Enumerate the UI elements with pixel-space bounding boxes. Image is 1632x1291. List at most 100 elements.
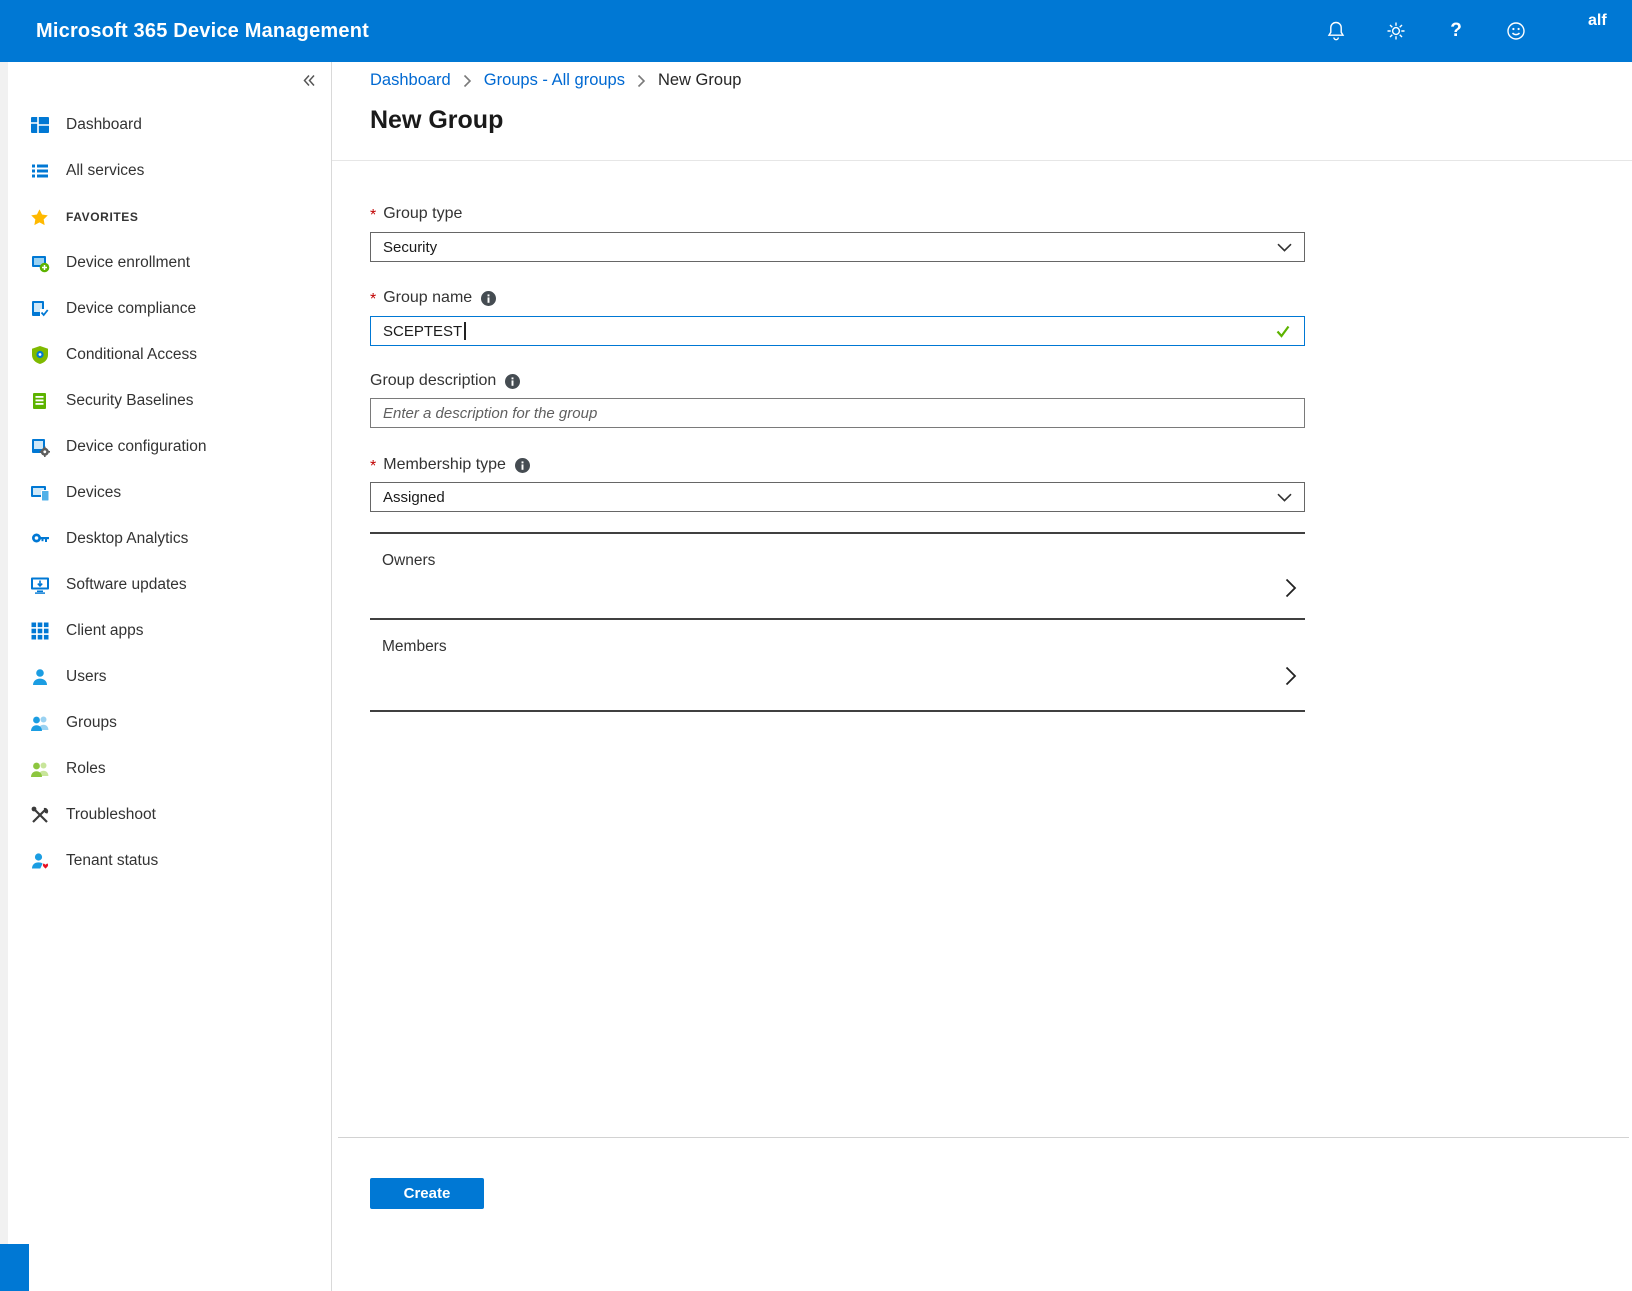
roles-icon [30, 759, 50, 779]
bell-icon[interactable] [1324, 19, 1348, 43]
sidebar-item-conditional-access[interactable]: Conditional Access [0, 332, 331, 378]
info-icon[interactable] [515, 458, 530, 473]
sidebar-item-client-apps[interactable]: Client apps [0, 608, 331, 654]
sidebar-item-label: Dashboard [66, 116, 142, 134]
sidebar-item-groups[interactable]: Groups [0, 700, 331, 746]
members-bottom-divider [370, 710, 1305, 712]
chevron-right-icon [637, 74, 646, 88]
desktop-analytics-icon [30, 529, 50, 549]
breadcrumb: Dashboard Groups - All groups New Group [370, 71, 741, 90]
sidebar-item-troubleshoot[interactable]: Troubleshoot [0, 792, 331, 838]
sidebar-item-label: Client apps [66, 622, 144, 640]
security-baselines-icon [30, 391, 50, 411]
members-label: Members [382, 638, 447, 656]
top-bar-icons: ? [1324, 0, 1528, 62]
create-button[interactable]: Create [370, 1178, 484, 1209]
group-name-value: SCEPTEST [383, 323, 462, 340]
client-apps-icon [30, 621, 50, 641]
group-type-value: Security [383, 239, 437, 256]
user-name[interactable]: alf [1588, 12, 1632, 30]
chevron-right-icon [1285, 577, 1297, 599]
breadcrumb-dashboard[interactable]: Dashboard [370, 71, 451, 90]
sidebar-item-label: Users [66, 668, 106, 686]
chevron-down-icon [1277, 489, 1292, 506]
membership-type-label: * Membership type [370, 456, 530, 474]
sidebar-item-label: All services [66, 162, 144, 180]
sidebar-item-label: Device compliance [66, 300, 196, 318]
sidebar-item-label: Tenant status [66, 852, 158, 870]
sidebar-item-users[interactable]: Users [0, 654, 331, 700]
star-icon [30, 207, 50, 227]
device-enrollment-icon [30, 253, 50, 273]
sidebar-item-software-updates[interactable]: Software updates [0, 562, 331, 608]
membership-type-select[interactable]: Assigned [370, 482, 1305, 512]
gear-icon[interactable] [1384, 19, 1408, 43]
sidebar-item-label: Device configuration [66, 438, 206, 456]
devices-icon [30, 483, 50, 503]
sidebar-item-device-configuration[interactable]: Device configuration [0, 424, 331, 470]
sidebar-item-dashboard[interactable]: Dashboard [0, 102, 331, 148]
members-row[interactable]: Members [370, 620, 1305, 708]
chevron-right-icon [463, 74, 472, 88]
group-description-input[interactable] [370, 398, 1305, 428]
sidebar-item-device-enrollment[interactable]: Device enrollment [0, 240, 331, 286]
device-configuration-icon [30, 437, 50, 457]
sidebar-item-roles[interactable]: Roles [0, 746, 331, 792]
valid-check-icon [1274, 322, 1292, 340]
sidebar-item-label: Device enrollment [66, 254, 190, 272]
breadcrumb-groups-all-groups[interactable]: Groups - All groups [484, 71, 625, 90]
favorites-label: FAVORITES [66, 210, 139, 224]
sidebar-favorites-header: FAVORITES [0, 194, 331, 240]
group-type-select[interactable]: Security [370, 232, 1305, 262]
software-updates-icon [30, 575, 50, 595]
footer-separator [338, 1137, 1629, 1138]
sidebar-item-label: Groups [66, 714, 117, 732]
sidebar-item-label: Conditional Access [66, 346, 197, 364]
dashboard-icon [30, 115, 50, 135]
sidebar-item-tenant-status[interactable]: Tenant status [0, 838, 331, 884]
sidebar-item-label: Roles [66, 760, 106, 778]
chevron-right-icon [1285, 665, 1297, 687]
sidebar-bottom-accent [0, 1244, 29, 1291]
all-services-icon [30, 161, 50, 181]
double-chevron-left-icon[interactable] [300, 72, 317, 94]
top-bar: Microsoft 365 Device Management ? alf [0, 0, 1632, 62]
app-title: Microsoft 365 Device Management [36, 20, 369, 43]
group-description-label: Group description [370, 372, 520, 390]
info-icon[interactable] [481, 291, 496, 306]
groups-icon [30, 713, 50, 733]
group-type-label: * Group type [370, 205, 462, 223]
page-title: New Group [370, 106, 503, 135]
sidebar: Dashboard All services FAVORITES Device … [0, 62, 332, 1291]
owners-row[interactable]: Owners [370, 534, 1305, 618]
info-icon[interactable] [505, 374, 520, 389]
membership-type-value: Assigned [383, 489, 445, 506]
required-marker: * [370, 207, 376, 225]
main-content: Dashboard Groups - All groups New Group … [332, 62, 1632, 1291]
sidebar-item-device-compliance[interactable]: Device compliance [0, 286, 331, 332]
text-cursor [464, 322, 466, 340]
smiley-icon[interactable] [1504, 19, 1528, 43]
title-separator [332, 160, 1632, 161]
troubleshoot-icon [30, 805, 50, 825]
sidebar-item-label: Desktop Analytics [66, 530, 188, 548]
sidebar-scrollbar[interactable] [0, 62, 8, 1291]
sidebar-item-all-services[interactable]: All services [0, 148, 331, 194]
group-name-label: * Group name [370, 289, 496, 307]
required-marker: * [370, 291, 376, 309]
sidebar-item-desktop-analytics[interactable]: Desktop Analytics [0, 516, 331, 562]
help-icon[interactable]: ? [1444, 19, 1468, 43]
sidebar-item-devices[interactable]: Devices [0, 470, 331, 516]
sidebar-item-label: Devices [66, 484, 121, 502]
owners-label: Owners [382, 552, 435, 570]
sidebar-item-label: Software updates [66, 576, 187, 594]
group-name-input[interactable]: SCEPTEST [370, 316, 1305, 346]
sidebar-nav: Dashboard All services FAVORITES Device … [0, 62, 331, 884]
breadcrumb-current: New Group [658, 71, 741, 90]
users-icon [30, 667, 50, 687]
chevron-down-icon [1277, 239, 1292, 256]
sidebar-item-label: Security Baselines [66, 392, 194, 410]
device-compliance-icon [30, 299, 50, 319]
conditional-access-icon [30, 345, 50, 365]
sidebar-item-security-baselines[interactable]: Security Baselines [0, 378, 331, 424]
